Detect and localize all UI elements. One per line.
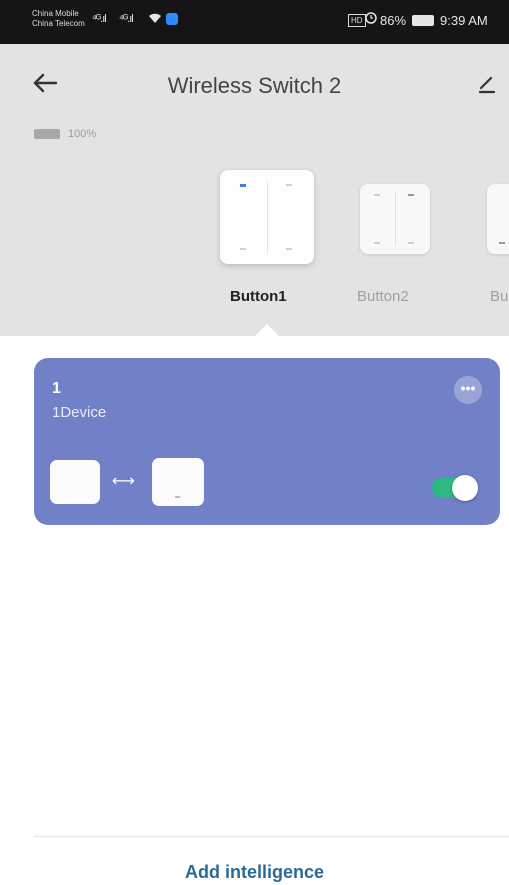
carrier-1: China Mobile [32, 9, 79, 18]
link-arrow-icon: ⟷ [112, 473, 135, 490]
edit-button[interactable] [478, 74, 498, 100]
footer-divider [34, 836, 509, 837]
hd-icon: HD [348, 14, 366, 27]
scene-card[interactable]: 1 1Device ••• ⟷ [34, 358, 500, 525]
selected-pointer [253, 324, 281, 338]
battery-icon [34, 129, 60, 140]
scene-number: 1 [52, 380, 61, 397]
toggle-knob [452, 475, 478, 501]
button3-switch-tile[interactable] [487, 184, 509, 254]
scene-device-count: 1Device [52, 404, 107, 421]
scene-toggle[interactable] [432, 474, 482, 502]
led-indicator [408, 194, 414, 196]
button2-switch-tile[interactable] [360, 184, 430, 254]
signal-icon: ⁴ᴳ.ıl [92, 13, 107, 25]
battery-icon [412, 15, 434, 26]
source-device-thumbnail [50, 460, 100, 504]
page-title: Wireless Switch 2 [167, 73, 342, 98]
clock: 9:39 AM [440, 13, 488, 28]
carrier-names: China Mobile China Telecom [32, 9, 85, 29]
battery-level: 100% [68, 128, 97, 140]
switch-divider [395, 192, 396, 246]
tab-button1[interactable]: Button1 [230, 288, 287, 305]
target-device-thumbnail [152, 458, 204, 506]
led-indicator [240, 184, 246, 187]
app-notification-icon [166, 13, 178, 25]
led-indicator [408, 242, 414, 244]
tab-button3[interactable]: Bu [490, 288, 508, 305]
device-battery: 100% [34, 128, 96, 140]
battery-percent: 86% [380, 13, 407, 28]
status-bar: China Mobile China Telecom ⁴ᴳ.ıl ⁴ᴳ.ıl H… [0, 0, 509, 44]
tab-button2[interactable]: Button2 [357, 288, 409, 305]
led-indicator [499, 242, 505, 244]
pencil-icon [478, 76, 496, 94]
wifi-icon [148, 11, 162, 27]
led-indicator [286, 248, 292, 250]
signal-icon: ⁴ᴳ.ıl [119, 13, 134, 25]
led-indicator [286, 184, 292, 186]
add-intelligence-button[interactable]: Add intelligence [0, 862, 509, 883]
more-icon: ••• [460, 380, 476, 396]
led-indicator [240, 248, 246, 250]
carrier-2: China Telecom [32, 19, 85, 28]
more-button[interactable]: ••• [454, 376, 482, 404]
led-indicator [374, 242, 380, 244]
button1-switch-tile[interactable] [220, 170, 314, 264]
switch-divider [267, 181, 268, 253]
led-indicator [374, 194, 380, 196]
alarm-icon [364, 10, 378, 28]
